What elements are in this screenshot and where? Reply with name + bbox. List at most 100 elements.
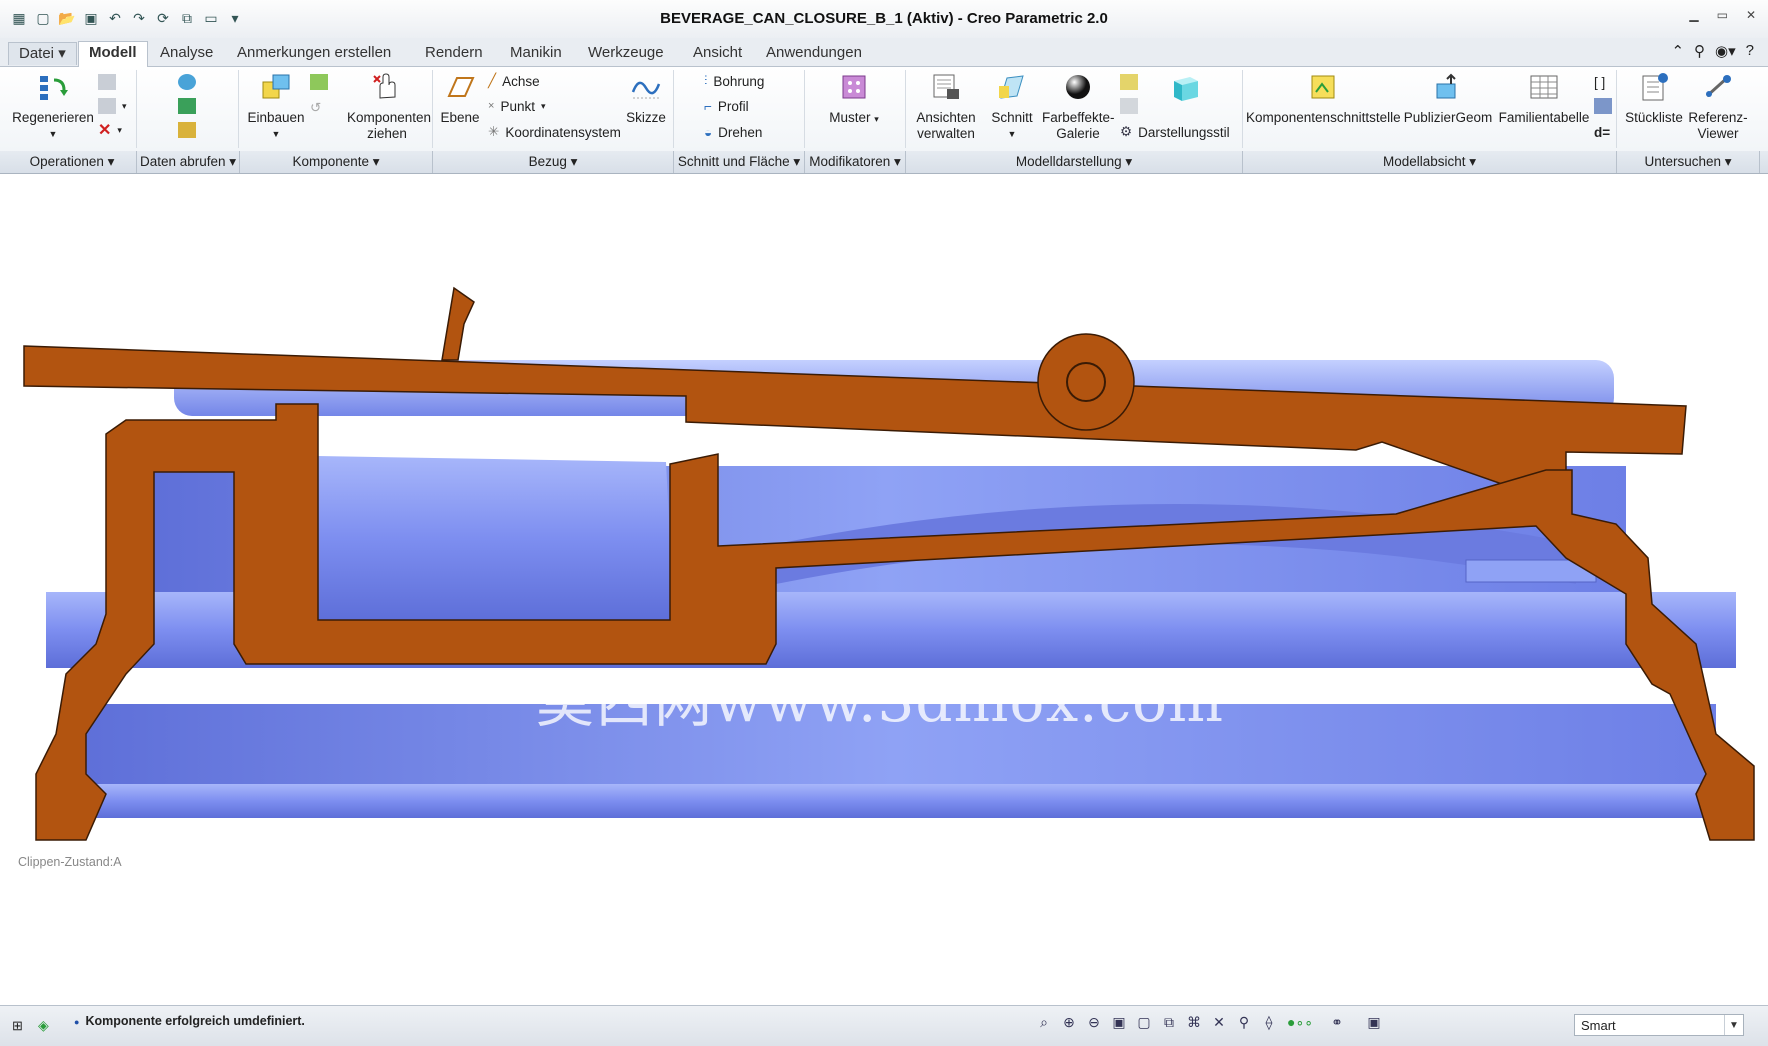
publish-geom-button[interactable]: PublizierGeom	[1400, 72, 1496, 126]
search-icon[interactable]: ⚲	[1694, 42, 1705, 60]
tab-analysis[interactable]: Analyse	[150, 42, 223, 64]
view-manager-icon[interactable]: ⌘	[1186, 1014, 1202, 1030]
tab-applications[interactable]: Anwendungen	[756, 42, 872, 64]
shrinkwrap-button[interactable]	[178, 120, 196, 140]
reference-viewer-button[interactable]: Referenz-Viewer	[1688, 72, 1748, 142]
plane-button[interactable]: Ebene	[438, 72, 482, 126]
tab-annotations[interactable]: Anmerkungen erstellen	[227, 42, 401, 64]
group-datum-label: Bezug	[528, 154, 567, 169]
delete-button[interactable]: ✕ ▾	[98, 120, 122, 140]
minimize-icon[interactable]: ▁	[1689, 8, 1698, 22]
hole-label: Bohrung	[713, 73, 765, 89]
zoom-in-icon[interactable]: ⊕	[1061, 1014, 1077, 1030]
family-table-button[interactable]: Familientabelle	[1496, 72, 1592, 126]
profile-button[interactable]: ⌐ Profil	[704, 96, 749, 116]
group-get-data-label: Daten abrufen	[139, 154, 226, 169]
bom-button[interactable]: Stückliste	[1620, 72, 1688, 126]
profile-label: Profil	[717, 98, 749, 114]
component-interface-button[interactable]: Komponentenschnittstelle	[1246, 72, 1401, 126]
paste-icon	[98, 98, 116, 114]
group-cut-surface[interactable]: Schnitt und Fläche ▾	[674, 151, 805, 173]
csys-label: Koordinatensystem	[505, 124, 621, 140]
graphics-window[interactable]: 莫西网www.3dmox.com	[6, 174, 1762, 1004]
tab-model[interactable]: Modell	[78, 41, 148, 68]
relations-button[interactable]: d=	[1594, 122, 1610, 142]
appearance-gallery-label: Farbeffekte-Galerie	[1042, 110, 1115, 141]
tab-render[interactable]: Rendern	[415, 42, 493, 64]
group-model-display-label: Modelldarstellung	[1015, 154, 1122, 169]
selection-box-icon[interactable]: ▣	[1360, 1014, 1388, 1030]
display-style-button[interactable]: ⚙ Darstellungsstil	[1120, 122, 1230, 142]
hand-drag-icon	[373, 73, 396, 99]
close-icon[interactable]: ✕	[1746, 8, 1756, 22]
switch-dimensions-button[interactable]	[1594, 96, 1612, 116]
find-icon[interactable]: ⚭	[1323, 1014, 1351, 1030]
group-get-data[interactable]: Daten abrufen ▾	[137, 151, 240, 173]
regenerate-button[interactable]: Regenerieren ▼	[12, 72, 94, 142]
group-component[interactable]: Komponente ▾	[240, 151, 433, 173]
copy-button[interactable]	[98, 72, 116, 92]
profile-icon: ⌐	[704, 98, 712, 114]
cube-view-button[interactable]	[1170, 72, 1202, 104]
watermark-text: 莫西网www.3dmox.com	[536, 667, 1224, 735]
tab-file[interactable]: Datei ▾	[8, 42, 77, 65]
group-operations[interactable]: Operationen ▾	[8, 151, 137, 173]
tab-tools[interactable]: Werkzeuge	[578, 42, 674, 64]
datum-display-icon[interactable]: ✕	[1211, 1014, 1227, 1030]
pattern-label: Muster	[829, 110, 871, 125]
sketch-button[interactable]: Skizze	[622, 72, 670, 126]
parameters-button[interactable]: [ ]	[1594, 72, 1605, 92]
maximize-icon[interactable]: ▭	[1717, 8, 1728, 22]
collapse-ribbon-icon[interactable]: ⌃	[1671, 42, 1684, 60]
assemble-button[interactable]: Einbauen ▼	[244, 72, 308, 142]
copy-geometry-button[interactable]	[178, 96, 196, 116]
model-cross-section	[23, 286, 1755, 841]
group-datum[interactable]: Bezug ▾	[433, 151, 674, 173]
help-icon[interactable]: ?	[1746, 42, 1754, 60]
section-button[interactable]: Schnitt ▼	[984, 72, 1040, 142]
repeat-button[interactable]: ↺	[310, 98, 321, 118]
layers-button[interactable]	[1120, 72, 1138, 92]
drag-components-label: Komponenten ziehen	[347, 110, 432, 141]
zoom-out-icon[interactable]: ⊖	[1086, 1014, 1102, 1030]
model-tree-toggle-icon[interactable]: ⊞	[12, 1018, 23, 1034]
pattern-button[interactable]: Muster ▾	[818, 72, 890, 127]
group-investigate[interactable]: Untersuchen ▾	[1617, 151, 1760, 173]
drag-components-button[interactable]: Komponenten ziehen	[342, 72, 432, 142]
display-style-gear-icon: ⚙	[1120, 124, 1133, 139]
sketch-icon	[631, 81, 661, 99]
hole-icon: ⫶	[704, 73, 708, 88]
spin-center-icon[interactable]: ⚲	[1236, 1014, 1252, 1030]
hinge-pin-hole	[1066, 362, 1106, 402]
axis-button[interactable]: ╱ Achse	[488, 71, 540, 91]
selection-filter-dropdown[interactable]: Smart ▼	[1574, 1014, 1744, 1036]
web-browser-toggle-icon[interactable]: ◈	[38, 1017, 49, 1034]
create-component-button[interactable]	[310, 72, 328, 92]
display-style-icon[interactable]: ▢	[1136, 1014, 1152, 1030]
group-model-display[interactable]: Modelldarstellung ▾	[906, 151, 1243, 173]
section-label: Schnitt	[991, 110, 1033, 125]
saved-orientations-icon[interactable]: ⧉	[1161, 1014, 1177, 1030]
manage-views-button[interactable]: Ansichten verwalten	[906, 72, 986, 142]
user-defined-feature-button[interactable]	[178, 72, 196, 92]
revolve-button[interactable]: ◒ Drehen	[704, 122, 762, 142]
plane-label: Ebene	[440, 110, 480, 125]
publish-geom-label: PublizierGeom	[1403, 110, 1493, 125]
revolve-icon: ◒	[704, 124, 713, 140]
group-modifiers[interactable]: Modifikatoren ▾	[805, 151, 906, 173]
appearance-gallery-button[interactable]: Farbeffekte-Galerie	[1040, 72, 1116, 142]
group-model-intent[interactable]: Modellabsicht ▾	[1243, 151, 1617, 173]
hide-button[interactable]	[1120, 96, 1138, 116]
refit-icon[interactable]: ⌕	[1036, 1014, 1052, 1030]
reference-viewer-label: Referenz-Viewer	[1688, 110, 1748, 141]
tab-manikin[interactable]: Manikin	[500, 42, 572, 64]
repaint-icon[interactable]: ▣	[1111, 1014, 1127, 1030]
community-icon[interactable]: ◉▾	[1715, 42, 1736, 60]
paste-button[interactable]: ▾	[98, 96, 127, 116]
annotation-display-icon[interactable]: ⟠	[1261, 1014, 1277, 1030]
coordinate-system-button[interactable]: ✳ Koordinatensystem	[488, 122, 621, 142]
hole-button[interactable]: ⫶ Bohrung	[704, 71, 764, 91]
bom-label: Stückliste	[1625, 110, 1683, 125]
point-button[interactable]: × Punkt ▾	[488, 96, 546, 116]
tab-view[interactable]: Ansicht	[683, 42, 752, 64]
